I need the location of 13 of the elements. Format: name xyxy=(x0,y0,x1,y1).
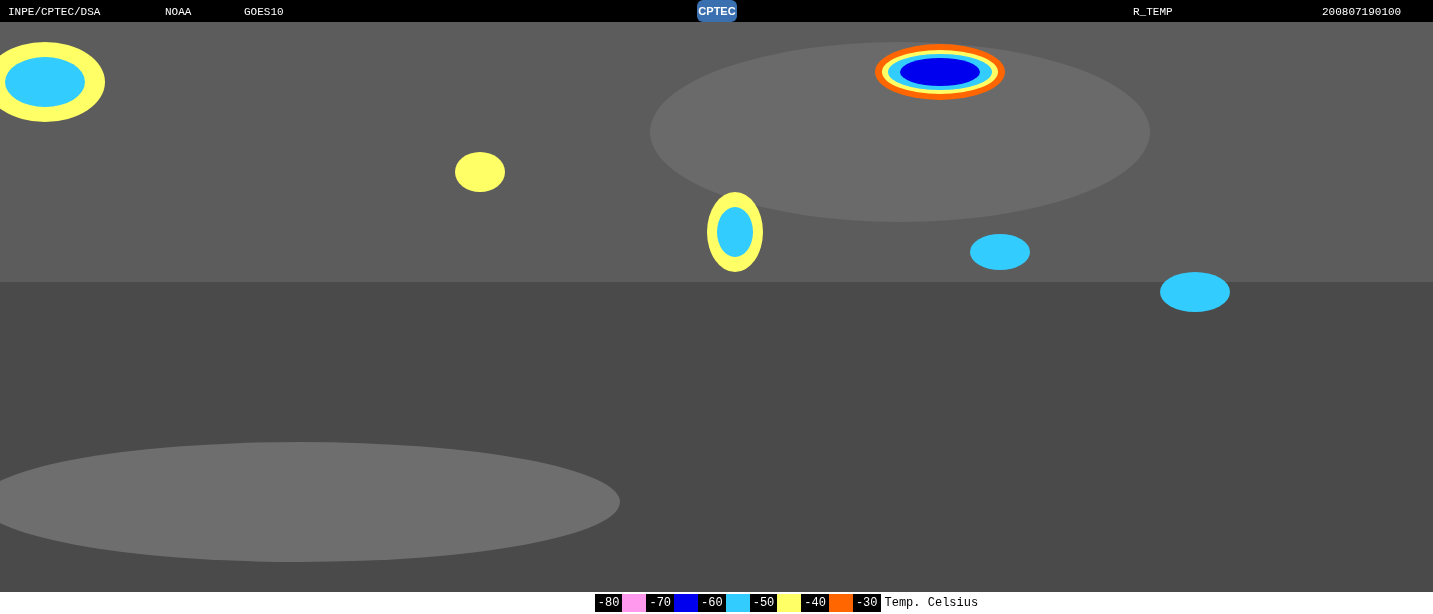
legend-label: -70 xyxy=(646,594,675,612)
agency-label: NOAA xyxy=(165,5,192,20)
legend-label: -80 xyxy=(594,594,623,612)
logo: CPTEC xyxy=(697,0,737,22)
product-label: R_TEMP xyxy=(1133,5,1173,20)
source-label: INPE/CPTEC/DSA xyxy=(8,5,101,20)
legend-label: -30 xyxy=(852,594,881,612)
legend-label: -50 xyxy=(749,594,778,612)
legend-label: -40 xyxy=(801,594,829,612)
legend-title: Temp. Celsius xyxy=(884,595,979,612)
legend-label: -60 xyxy=(698,594,726,612)
timestamp-label: 200807190100 xyxy=(1322,5,1402,20)
satellite-label: GOES10 xyxy=(244,5,284,20)
